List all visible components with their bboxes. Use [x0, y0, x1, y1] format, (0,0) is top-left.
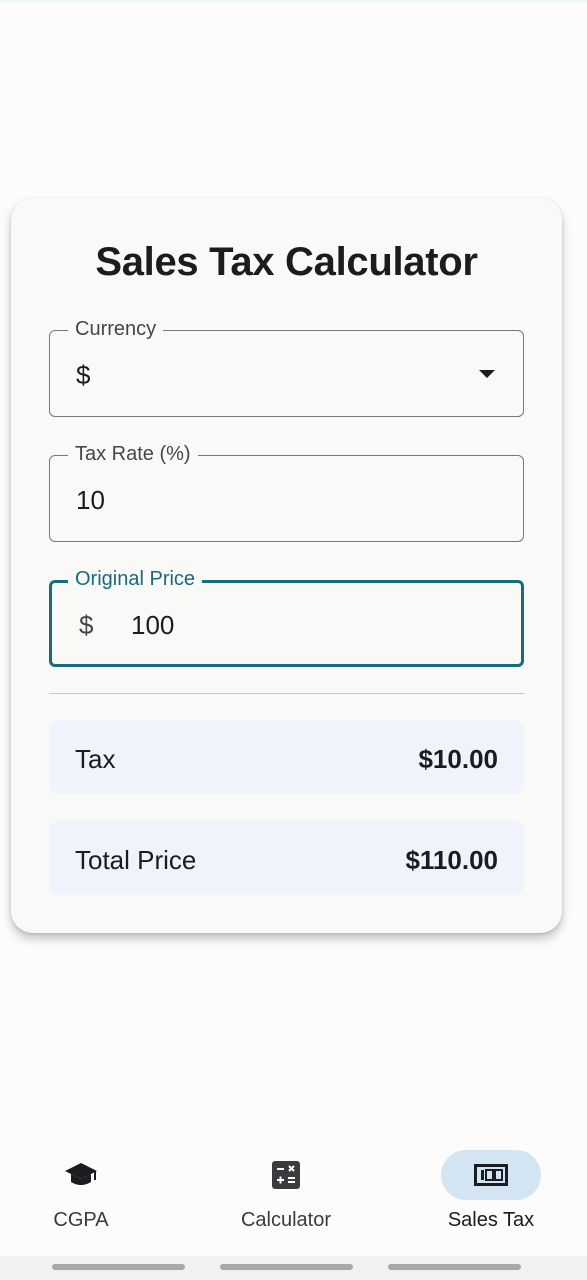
nav-pill	[236, 1150, 336, 1200]
currency-label: Currency	[68, 316, 164, 342]
calculator-icon	[272, 1161, 300, 1189]
gesture-handle[interactable]	[220, 1264, 353, 1270]
tax-rate-value: 10	[76, 485, 105, 515]
nav-item-calculator[interactable]: Calculator	[206, 1150, 366, 1250]
nav-label-cgpa: CGPA	[53, 1209, 109, 1231]
nav-label-sales-tax: Sales Tax	[447, 1209, 535, 1231]
dropdown-arrow-icon	[479, 370, 495, 378]
currency-prefix: $	[79, 610, 94, 640]
nav-pill	[31, 1150, 131, 1200]
page-title: Sales Tax Calculator	[95, 240, 478, 284]
original-price-value: 100	[131, 610, 175, 640]
divider	[49, 693, 524, 694]
nav-item-cgpa[interactable]: CGPA	[1, 1150, 161, 1250]
original-price-label: Original Price	[68, 566, 203, 592]
currency-dropdown[interactable]: Currency $	[49, 316, 524, 417]
currency-value: $	[76, 360, 91, 390]
nav-pill-active	[441, 1150, 541, 1200]
tax-label: Tax	[75, 744, 116, 774]
original-price-field[interactable]: Original Price $ 100	[49, 566, 524, 667]
system-navigation-bar	[0, 1256, 587, 1280]
receipt-icon	[474, 1164, 508, 1186]
status-bar-strip	[0, 0, 587, 2]
gesture-handle[interactable]	[388, 1264, 521, 1270]
graduation-cap-icon	[65, 1163, 97, 1185]
bottom-navigation: CGPA Calculator Sales Tax	[0, 1130, 587, 1256]
total-value: $110.00	[405, 845, 498, 875]
total-label: Total Price	[75, 845, 197, 875]
sales-tax-card: Sales Tax Calculator Currency $ Tax Rate…	[11, 198, 562, 933]
total-result-row: Total Price $110.00	[49, 821, 524, 895]
tax-value: $10.00	[418, 744, 498, 774]
gesture-handle[interactable]	[52, 1264, 185, 1270]
nav-item-sales-tax[interactable]: Sales Tax	[411, 1150, 571, 1250]
nav-label-calculator: Calculator	[240, 1209, 332, 1231]
tax-rate-label: Tax Rate (%)	[68, 441, 198, 467]
tax-rate-field[interactable]: Tax Rate (%) 10	[49, 441, 524, 542]
tax-result-row: Tax $10.00	[49, 720, 524, 794]
